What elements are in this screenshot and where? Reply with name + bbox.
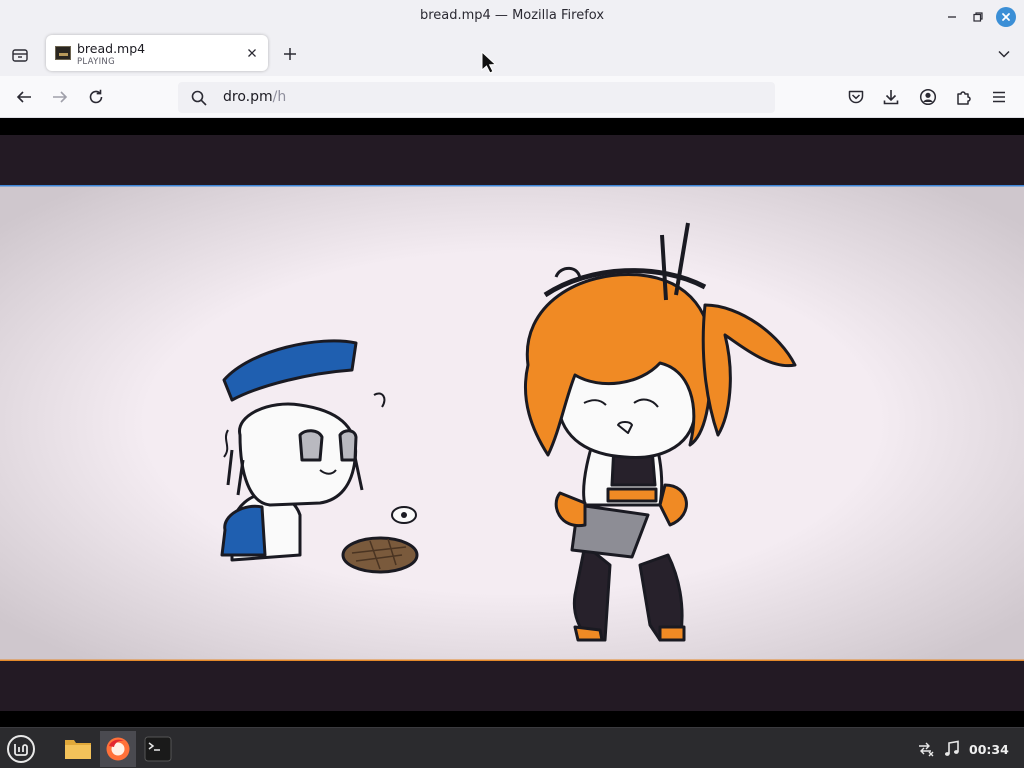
account-button[interactable] xyxy=(917,86,939,108)
window-title: bread.mp4 — Mozilla Firefox xyxy=(419,8,605,23)
minimize-button[interactable] xyxy=(942,7,962,27)
start-menu-button[interactable] xyxy=(3,731,39,767)
terminal-launcher[interactable] xyxy=(140,731,176,767)
url-path: /h xyxy=(272,89,287,105)
url-text[interactable]: dro.pm/h xyxy=(223,89,286,105)
close-icon xyxy=(248,49,256,57)
firefox-view-icon xyxy=(12,49,28,62)
extensions-button[interactable] xyxy=(953,86,975,108)
downloads-button[interactable] xyxy=(880,86,902,108)
close-icon xyxy=(1002,13,1010,21)
music-note-icon[interactable] xyxy=(943,740,961,758)
pocket-icon xyxy=(848,90,864,104)
taskbar-clock[interactable]: 00:34 xyxy=(969,742,1009,757)
chevron-down-icon xyxy=(998,50,1010,58)
tab-strip: bread.mp4 PLAYING xyxy=(0,33,1024,76)
tab-title: bread.mp4 xyxy=(77,41,146,56)
download-icon xyxy=(883,90,899,105)
forward-arrow-icon xyxy=(53,91,68,103)
forward-button[interactable] xyxy=(49,86,71,108)
terminal-icon xyxy=(144,736,172,762)
video-frame[interactable] xyxy=(0,135,1024,711)
video-scene xyxy=(0,185,1024,661)
firefox-launcher[interactable] xyxy=(100,731,136,767)
navigation-toolbar: dro.pm/h xyxy=(0,76,1024,118)
extensions-icon xyxy=(957,91,971,105)
mint-menu-icon xyxy=(7,735,35,763)
file-manager-launcher[interactable] xyxy=(60,731,96,767)
close-window-button[interactable] xyxy=(996,7,1016,27)
folder-icon xyxy=(65,740,91,759)
app-menu-button[interactable] xyxy=(988,86,1010,108)
plus-icon xyxy=(284,48,296,60)
tab-playing-label: PLAYING xyxy=(77,57,115,67)
new-tab-button[interactable] xyxy=(280,44,300,64)
search-icon xyxy=(191,90,207,106)
video-player-area[interactable] xyxy=(0,118,1024,727)
tab-close-button[interactable] xyxy=(244,45,260,61)
restore-icon xyxy=(973,12,983,22)
restore-button[interactable] xyxy=(968,7,988,27)
tab-bread-mp4[interactable]: bread.mp4 PLAYING xyxy=(46,35,268,71)
list-all-tabs-button[interactable] xyxy=(994,44,1014,64)
reload-button[interactable] xyxy=(85,86,107,108)
video-thumbnail-icon xyxy=(55,46,71,60)
firefox-icon xyxy=(106,737,130,761)
back-arrow-icon xyxy=(16,91,31,103)
system-taskbar: 00:34 xyxy=(0,727,1024,768)
video-background xyxy=(0,185,1024,661)
back-button[interactable] xyxy=(13,86,35,108)
minimize-icon xyxy=(948,16,956,18)
url-host: dro.pm xyxy=(223,89,273,105)
reload-icon xyxy=(89,89,103,104)
address-bar[interactable]: dro.pm/h xyxy=(178,82,775,113)
network-disconnected-icon[interactable] xyxy=(917,740,935,758)
pocket-button[interactable] xyxy=(845,86,867,108)
firefox-view-button[interactable] xyxy=(9,44,31,66)
hamburger-menu-icon xyxy=(993,91,1005,103)
window-titlebar: bread.mp4 — Mozilla Firefox xyxy=(0,0,1024,33)
mouse-pointer-icon xyxy=(481,51,497,74)
account-icon xyxy=(919,88,937,106)
